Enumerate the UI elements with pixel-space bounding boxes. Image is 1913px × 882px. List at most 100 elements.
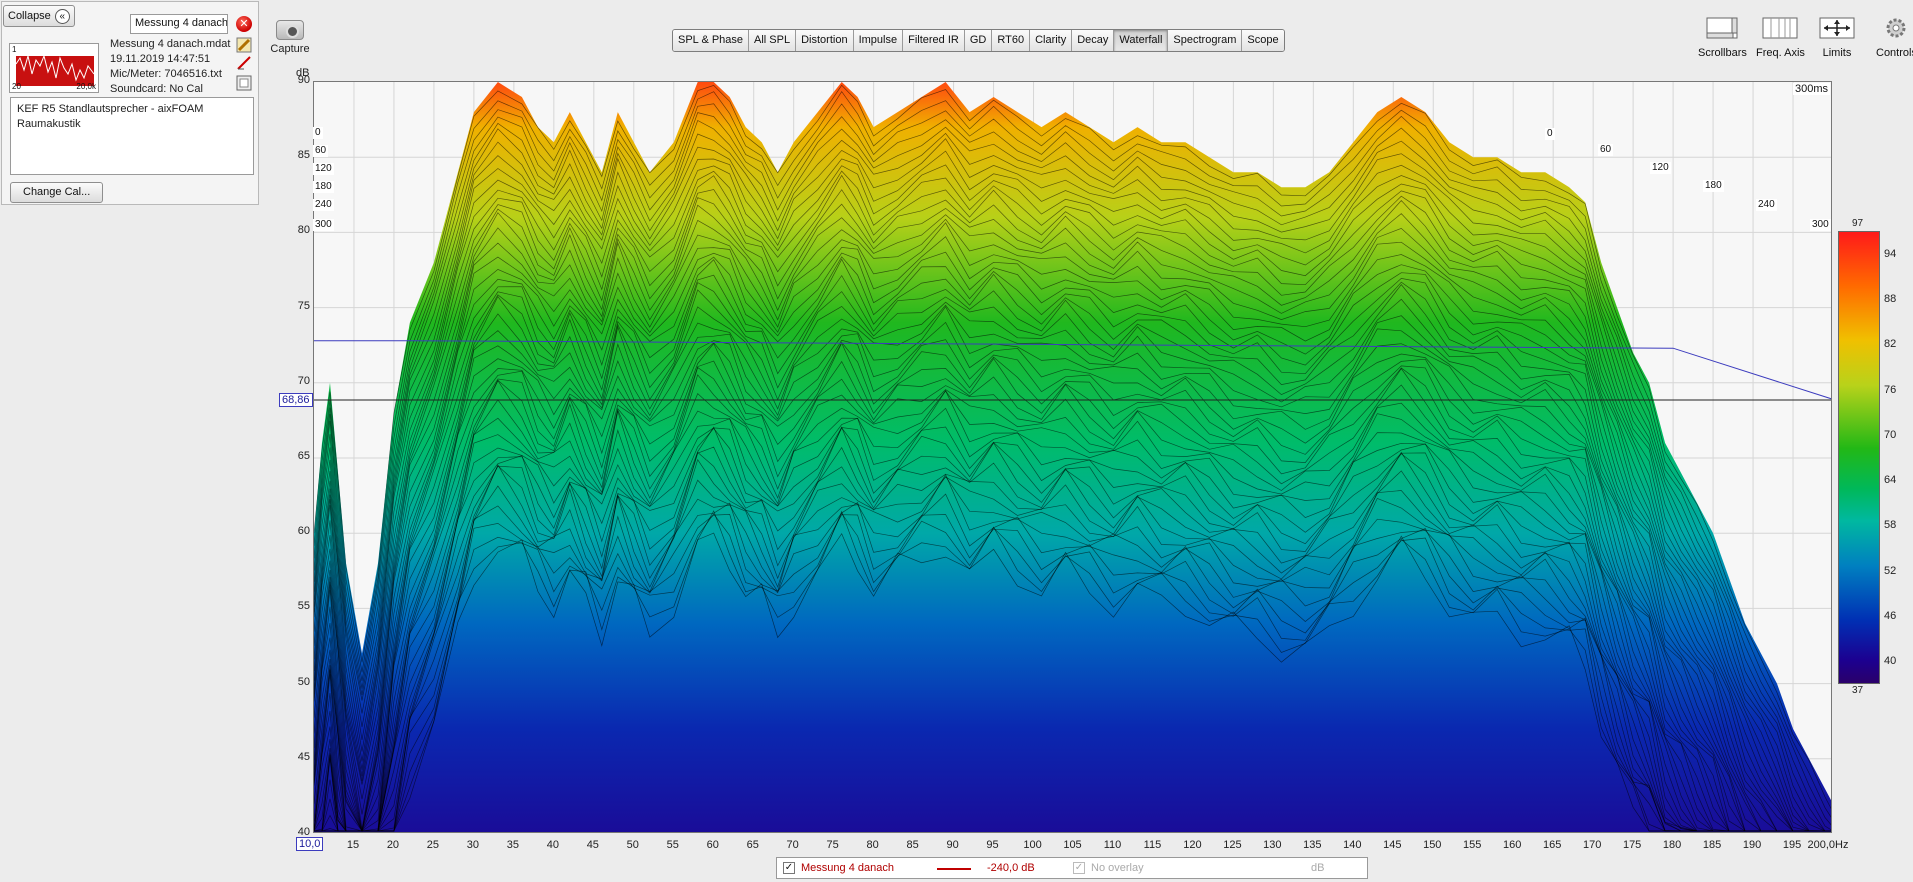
capture-button[interactable]: Capture (270, 20, 310, 55)
thumbnail-left-label: 20 (12, 82, 21, 91)
color-scale-tick: 70 (1884, 428, 1897, 441)
tab-waterfall[interactable]: Waterfall (1114, 30, 1169, 51)
double-chevron-left-icon: « (54, 8, 70, 24)
graph-controls: Scrollbars Freq. Axis Limits Controls (1690, 16, 1913, 62)
measurement-thumbnail[interactable]: 1 20 20,0k (9, 43, 99, 93)
y-tick-label: 50 (297, 675, 310, 688)
close-icon[interactable]: ✕ (236, 16, 252, 32)
color-scale-tick: 58 (1884, 519, 1897, 532)
x-tick-label: 55 (666, 839, 679, 851)
camera-icon (276, 20, 304, 40)
measurement-notes[interactable]: KEF R5 Standlautsprecher - aixFOAM Rauma… (10, 97, 254, 175)
legend-offset[interactable]: -240,0 dB (987, 862, 1035, 874)
color-scale-tick: 76 (1884, 383, 1897, 396)
overlay-checkbox[interactable]: ✓ (1073, 862, 1085, 874)
time-axis-right-label: 300 (1810, 219, 1831, 231)
x-tick-label: 190 (1742, 839, 1762, 851)
collapse-label: Collapse (8, 10, 51, 22)
thumbnail-right-label: 20,0k (76, 82, 96, 91)
x-tick-label: 40 (546, 839, 559, 851)
thumbnail-top-label: 1 (12, 45, 17, 54)
x-tick-label: 45 (586, 839, 599, 851)
measurement-name-field[interactable]: Messung 4 danach (130, 14, 228, 34)
mic-cal-icon[interactable] (236, 55, 252, 71)
limits-label: Limits (1822, 47, 1852, 59)
time-axis-right-label: 0 (1545, 128, 1555, 140)
x-tick-label: 160 (1503, 839, 1522, 851)
x-tick-label: 70 (786, 839, 799, 851)
color-scale-tick: 40 (1884, 655, 1897, 668)
tab-distortion[interactable]: Distortion (796, 30, 854, 51)
x-tick-label: 30 (466, 839, 480, 851)
color-scale-tick: 46 (1884, 610, 1897, 623)
x-tick-label: 95 (986, 839, 999, 851)
tab-gd[interactable]: GD (964, 30, 993, 51)
tab-rt60[interactable]: RT60 (992, 30, 1031, 51)
x-cursor-readout: 10,0 (296, 837, 324, 851)
tab-decay[interactable]: Decay (1072, 30, 1115, 51)
capture-label: Capture (270, 43, 310, 55)
time-top-label: 300ms (1793, 83, 1831, 95)
waterfall-svg (314, 82, 1831, 832)
scrollbars-label: Scrollbars (1698, 47, 1747, 59)
time-axis-left-label: 300 (313, 219, 334, 231)
soundcard-cal-icon[interactable] (236, 75, 252, 91)
notes-line: Raumakustik (17, 118, 81, 130)
x-tick-label: 200,0Hz (1807, 839, 1849, 851)
tab-impulse[interactable]: Impulse (853, 30, 904, 51)
x-tick-label: 175 (1622, 839, 1642, 851)
x-tick-label: 185 (1702, 839, 1722, 851)
y-tick-label: 60 (297, 525, 310, 538)
legend-bar: ✓ Messung 4 danach -240,0 dB ✓ No overla… (776, 857, 1368, 879)
x-tick-label: 165 (1542, 839, 1562, 851)
y-tick-label: 70 (297, 374, 310, 387)
legend-overlay-unit: dB (1311, 862, 1325, 874)
tab-scope[interactable]: Scope (1242, 30, 1284, 51)
x-tick-label: 35 (506, 839, 519, 851)
x-tick-label: 100 (1023, 839, 1042, 851)
time-axis-right-label: 240 (1756, 199, 1777, 211)
x-tick-label: 50 (626, 839, 639, 851)
collapse-button[interactable]: Collapse « (3, 5, 75, 27)
color-scale-tick: 82 (1884, 338, 1897, 351)
waterfall-plot[interactable] (313, 81, 1832, 833)
freq-axis-button[interactable]: Freq. Axis (1756, 16, 1805, 59)
color-scale-tick: 64 (1884, 474, 1897, 487)
limits-button[interactable]: Limits (1818, 16, 1856, 59)
x-tick-label: 90 (946, 839, 959, 851)
scrollbars-button[interactable]: Scrollbars (1698, 16, 1747, 59)
soundcard-cal: Soundcard: No Cal (110, 83, 203, 95)
color-scale-tick: 52 (1884, 564, 1897, 577)
time-axis-left-label: 60 (313, 145, 329, 157)
x-tick-label: 20 (386, 839, 400, 851)
x-tick-label: 65 (746, 839, 759, 851)
scale-min: 37 (1852, 685, 1864, 696)
y-tick-label: 85 (297, 149, 310, 162)
gear-icon (1886, 18, 1906, 38)
scale-max: 97 (1852, 218, 1864, 229)
y-cursor-readout: 68,86 (279, 393, 313, 407)
tab-clarity[interactable]: Clarity (1030, 30, 1073, 51)
tab-spectrogram[interactable]: Spectrogram (1168, 30, 1243, 51)
legend-measurement-name: Messung 4 danach (801, 862, 894, 874)
x-tick-label: 15 (346, 839, 360, 851)
time-axis-left-label: 0 (313, 127, 323, 139)
x-tick-label: 195 (1782, 839, 1802, 851)
legend-line-swatch (937, 868, 971, 870)
tab-filtered-ir[interactable]: Filtered IR (903, 30, 965, 51)
controls-button[interactable]: Controls (1876, 16, 1913, 59)
x-tick-label: 85 (906, 839, 919, 851)
time-axis-right-label: 180 (1703, 180, 1724, 192)
time-axis-left-label: 120 (313, 163, 334, 175)
x-tick-label: 145 (1383, 839, 1402, 851)
change-cal-button[interactable]: Change Cal... (10, 182, 104, 203)
legend-overlay: No overlay (1091, 862, 1144, 874)
tab-spl-phase[interactable]: SPL & Phase (673, 30, 750, 51)
measurement-checkbox[interactable]: ✓ (783, 862, 795, 874)
edit-pencil-icon[interactable] (236, 37, 252, 53)
x-tick-label: 180 (1662, 839, 1682, 851)
tab-all-spl[interactable]: All SPL (749, 30, 797, 51)
x-tick-label: 80 (866, 839, 879, 851)
y-tick-label: 75 (297, 299, 310, 312)
mic-cal-file: Mic/Meter: 7046516.txt (110, 68, 222, 80)
